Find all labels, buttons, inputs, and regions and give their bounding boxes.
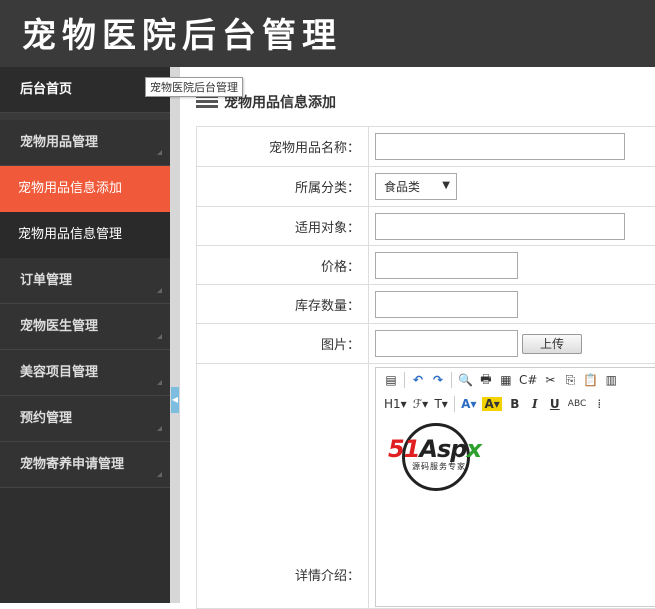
undo-icon[interactable]: ↶ bbox=[411, 373, 425, 387]
code-icon[interactable]: C# bbox=[519, 373, 537, 387]
sidebar-item-boarding[interactable]: 宠物寄养申请管理 bbox=[0, 442, 170, 488]
redo-icon[interactable]: ↷ bbox=[431, 373, 445, 387]
sidebar-filler bbox=[0, 488, 170, 603]
bold-icon[interactable]: B bbox=[508, 397, 522, 411]
editor-toolbar-row2: H1▾ ℱ▾ T▾ A▾ A▾ B I U ABC ⁞ bbox=[376, 392, 655, 416]
expand-icon bbox=[157, 426, 162, 431]
stock-label: 库存数量： bbox=[197, 285, 369, 323]
category-value: 食品类 bbox=[384, 180, 421, 194]
source-icon[interactable]: ▤ bbox=[384, 373, 398, 387]
sidebar: 后台首页 宠物用品管理 宠物用品信息添加 宠物用品信息管理 订单管理 宠物医生管… bbox=[0, 67, 170, 603]
template-icon[interactable]: ▦ bbox=[499, 373, 513, 387]
expand-icon bbox=[157, 150, 162, 155]
stock-input[interactable] bbox=[375, 290, 518, 318]
font-size-icon[interactable]: T▾ bbox=[434, 397, 448, 411]
sidebar-item-label: 宠物寄养申请管理 bbox=[20, 457, 125, 472]
sidebar-item-label: 美容项目管理 bbox=[20, 365, 99, 380]
form-row-price: 价格： bbox=[196, 246, 655, 285]
form-row-stock: 库存数量： bbox=[196, 285, 655, 324]
preview-icon[interactable]: 🔍 bbox=[458, 373, 473, 387]
underline-icon[interactable]: U bbox=[548, 397, 562, 411]
sidebar-item-label: 订单管理 bbox=[20, 273, 73, 288]
sidebar-item-label: 宠物用品管理 bbox=[20, 135, 99, 150]
name-input[interactable] bbox=[375, 133, 625, 160]
toolbar-separator bbox=[404, 372, 405, 388]
category-select[interactable]: 食品类 ▼ bbox=[375, 173, 457, 200]
form-row-target: 适用对象： bbox=[196, 207, 655, 246]
sidebar-item-appointments[interactable]: 预约管理 bbox=[0, 396, 170, 442]
expand-icon bbox=[157, 288, 162, 293]
sidebar-item-label: 预约管理 bbox=[20, 411, 73, 426]
more-icon[interactable]: ⁞ bbox=[592, 397, 606, 411]
highlight-icon[interactable]: A▾ bbox=[482, 397, 502, 411]
collapse-toggle[interactable]: ◀ bbox=[171, 387, 179, 413]
name-label: 宠物用品名称： bbox=[197, 127, 369, 166]
sidebar-item-pet-supplies[interactable]: 宠物用品管理 bbox=[0, 120, 170, 166]
strikethrough-icon[interactable]: ABC bbox=[568, 399, 586, 409]
sidebar-divider bbox=[170, 67, 180, 603]
chevron-left-icon: ◀ bbox=[171, 395, 179, 404]
category-label: 所属分类： bbox=[197, 167, 369, 206]
expand-icon bbox=[157, 380, 162, 385]
form-row-image: 图片： 上传 bbox=[196, 324, 655, 364]
form-row-name: 宠物用品名称： bbox=[196, 127, 655, 167]
form-row-category: 所属分类： 食品类 ▼ bbox=[196, 167, 655, 207]
editor-toolbar-row1: ▤ ↶ ↷ 🔍 🖶 ▦ C# ✂ ⎘ 📋 ▥ bbox=[376, 368, 655, 392]
sidebar-item-beauty[interactable]: 美容项目管理 bbox=[0, 350, 170, 396]
header: 宠物医院后台管理 bbox=[0, 0, 655, 67]
italic-icon[interactable]: I bbox=[528, 397, 542, 411]
detail-label: 详情介绍： bbox=[197, 364, 369, 608]
sidebar-gap bbox=[0, 113, 170, 120]
image-label: 图片： bbox=[197, 324, 369, 363]
cut-icon[interactable]: ✂ bbox=[543, 373, 557, 387]
logo-tagline: 源码服务专家 bbox=[412, 462, 466, 471]
sidebar-item-orders[interactable]: 订单管理 bbox=[0, 258, 170, 304]
sidebar-item-doctors[interactable]: 宠物医生管理 bbox=[0, 304, 170, 350]
sidebar-subitem-manage-supply[interactable]: 宠物用品信息管理 bbox=[0, 212, 170, 258]
logo-brand: 51Aspx bbox=[388, 435, 482, 463]
dropdown-arrow-icon: ▼ bbox=[442, 180, 450, 191]
paste-text-icon[interactable]: ▥ bbox=[604, 373, 618, 387]
print-icon[interactable]: 🖶 bbox=[479, 370, 493, 391]
copy-icon[interactable]: ⎘ bbox=[563, 373, 577, 388]
toolbar-separator bbox=[454, 396, 456, 412]
price-input[interactable] bbox=[375, 251, 518, 279]
app-title: 宠物医院后台管理 bbox=[22, 16, 342, 56]
sidebar-subitem-add-supply[interactable]: 宠物用品信息添加 bbox=[0, 166, 170, 212]
expand-icon bbox=[157, 472, 162, 477]
font-family-icon[interactable]: ℱ▾ bbox=[413, 397, 428, 411]
paste-icon[interactable]: 📋 bbox=[583, 373, 598, 387]
upload-button[interactable]: 上传 bbox=[522, 333, 582, 354]
image-input[interactable] bbox=[375, 330, 518, 357]
target-label: 适用对象： bbox=[197, 207, 369, 245]
heading-icon[interactable]: H1▾ bbox=[384, 397, 407, 411]
expand-icon bbox=[157, 334, 162, 339]
toolbar-separator bbox=[451, 372, 452, 388]
sidebar-item-label: 宠物医生管理 bbox=[20, 319, 99, 334]
font-color-icon[interactable]: A▾ bbox=[461, 397, 476, 411]
watermark-logo: 51Aspx 源码服务专家 bbox=[388, 423, 516, 495]
tooltip: 宠物医院后台管理 bbox=[145, 77, 243, 97]
target-input[interactable] bbox=[375, 212, 625, 240]
price-label: 价格： bbox=[197, 246, 369, 284]
